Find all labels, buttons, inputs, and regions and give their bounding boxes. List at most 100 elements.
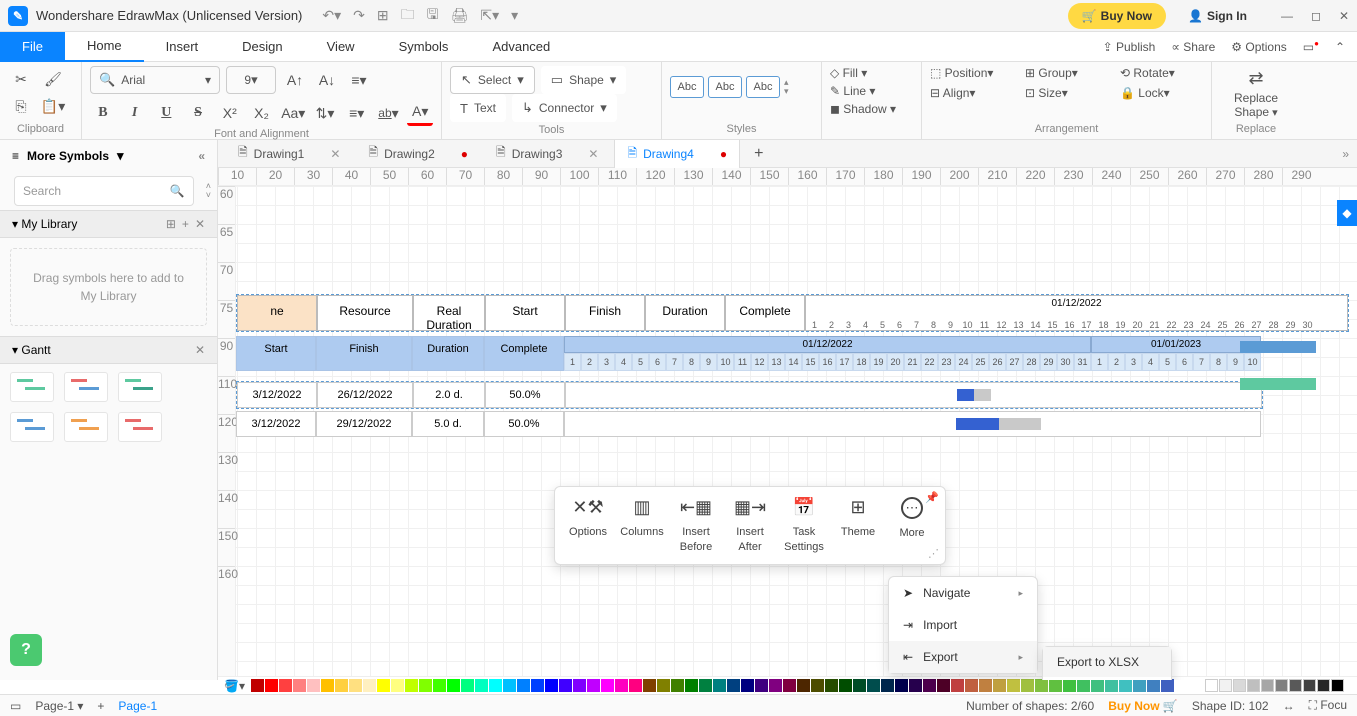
color-swatch[interactable] (923, 679, 936, 692)
color-swatch[interactable] (601, 679, 614, 692)
replace-shape-button[interactable]: Replace Shape ▾ (1220, 91, 1292, 119)
color-swatch[interactable] (951, 679, 964, 692)
gray-swatch[interactable] (1317, 679, 1330, 692)
paste-icon[interactable]: 📋▾ (40, 94, 66, 120)
gray-swatch[interactable] (1205, 679, 1218, 692)
submenu-navigate[interactable]: ➤Navigate▸ (889, 577, 1037, 609)
color-swatch[interactable] (545, 679, 558, 692)
tab-close-icon[interactable]: ✕ (330, 147, 340, 161)
close-icon[interactable]: ✕ (1339, 9, 1349, 23)
line-spacing-icon[interactable]: ⇅▾ (312, 100, 338, 126)
color-swatch[interactable] (1049, 679, 1062, 692)
ctx-more[interactable]: ⋯More (885, 497, 939, 554)
sidebar-title[interactable]: More Symbols (27, 149, 109, 163)
gantt-template[interactable] (10, 412, 54, 442)
minimize-icon[interactable]: ― (1281, 9, 1293, 23)
style-preset-2[interactable]: Abc (708, 76, 742, 98)
gray-swatch[interactable] (1247, 679, 1260, 692)
doc-tab-1[interactable]: 🗎 Drawing1 ✕ (226, 140, 352, 168)
color-swatch[interactable] (503, 679, 516, 692)
color-swatch[interactable] (1063, 679, 1076, 692)
right-panel-toggle[interactable]: ◆ (1337, 200, 1357, 226)
color-swatch[interactable] (825, 679, 838, 692)
color-swatch[interactable] (321, 679, 334, 692)
color-swatch[interactable] (559, 679, 572, 692)
color-swatch[interactable] (643, 679, 656, 692)
color-swatch[interactable] (1091, 679, 1104, 692)
connector-tool[interactable]: ↳ Connector ▾ (512, 94, 617, 122)
color-swatch[interactable] (727, 679, 740, 692)
lock-button[interactable]: 🔒 Lock▾ (1120, 86, 1203, 100)
select-tool[interactable]: ↖ Select ▾ (450, 66, 535, 94)
new-icon[interactable]: ⊞ (377, 7, 389, 24)
color-swatch[interactable] (839, 679, 852, 692)
fill-picker-icon[interactable]: 🪣▾ (224, 679, 245, 693)
tab-symbols[interactable]: Symbols (377, 32, 471, 62)
canvas[interactable]: 6065707590110120130140150160 ne Resource… (218, 186, 1357, 680)
color-swatch[interactable] (1105, 679, 1118, 692)
gray-swatch[interactable] (1219, 679, 1232, 692)
color-swatch[interactable] (1133, 679, 1146, 692)
gantt-section-toggle[interactable]: ▾ Gantt (12, 343, 51, 357)
case-icon[interactable]: Aa▾ (280, 100, 306, 126)
new-tab-button[interactable]: + (744, 141, 773, 167)
color-swatch[interactable] (867, 679, 880, 692)
color-swatch[interactable] (531, 679, 544, 692)
help-button[interactable]: ? (10, 634, 42, 666)
save-icon[interactable]: 🖫 (427, 4, 439, 28)
more-qat-icon[interactable]: ▾ (511, 7, 518, 24)
color-swatch[interactable] (685, 679, 698, 692)
underline-icon[interactable]: U (153, 100, 179, 126)
color-swatch[interactable] (629, 679, 642, 692)
group-button[interactable]: ⊞ Group▾ (1025, 66, 1108, 80)
color-swatch[interactable] (1021, 679, 1034, 692)
superscript-icon[interactable]: X² (217, 100, 243, 126)
color-swatch[interactable] (769, 679, 782, 692)
sign-in-button[interactable]: 👤 Sign In (1174, 3, 1261, 29)
color-swatch[interactable] (909, 679, 922, 692)
color-swatch[interactable] (881, 679, 894, 692)
color-swatch[interactable] (307, 679, 320, 692)
color-swatch[interactable] (1077, 679, 1090, 692)
pages-icon[interactable]: ▭ (10, 699, 21, 713)
replace-shape-icon[interactable]: ⇄ (1220, 68, 1292, 89)
font-family-select[interactable]: 🔍 Arial▾ (90, 66, 220, 94)
zoom-fit-icon[interactable]: ↔ (1283, 699, 1295, 713)
color-swatch[interactable] (965, 679, 978, 692)
strikethrough-icon[interactable]: S (185, 100, 211, 126)
italic-icon[interactable]: I (122, 100, 148, 126)
color-swatch[interactable] (895, 679, 908, 692)
color-swatch[interactable] (489, 679, 502, 692)
color-swatch[interactable] (335, 679, 348, 692)
ctx-columns[interactable]: ▥Columns (615, 497, 669, 554)
export-xlsx[interactable]: Export to XLSX (1043, 647, 1171, 677)
pin-icon[interactable]: 📌 (925, 491, 939, 504)
doc-tab-2[interactable]: 🗎 Drawing2 ● (356, 140, 480, 168)
tab-insert[interactable]: Insert (144, 32, 221, 62)
tab-file[interactable]: File (0, 32, 65, 62)
color-swatch[interactable] (615, 679, 628, 692)
font-color-icon[interactable]: A▾ (407, 100, 433, 126)
gantt-outer-header[interactable]: ne Resource Real Duration Start Finish D… (236, 294, 1349, 332)
shadow-button[interactable]: ◼ Shadow ▾ (830, 102, 913, 116)
color-swatch[interactable] (349, 679, 362, 692)
open-icon[interactable]: 🗀 (401, 4, 415, 28)
cut-icon[interactable]: ✂ (8, 66, 34, 92)
gantt-col-name[interactable]: ne (237, 295, 317, 331)
color-swatch[interactable] (447, 679, 460, 692)
options-button[interactable]: ⚙ Options (1231, 40, 1286, 54)
text-tool[interactable]: T Text (450, 94, 506, 122)
library-drop-zone[interactable]: Drag symbols here to add to My Library (10, 248, 207, 326)
ctx-insert-after[interactable]: ▦⇥Insert After (723, 497, 777, 554)
color-swatch[interactable] (265, 679, 278, 692)
gantt-close-icon[interactable]: ✕ (195, 343, 205, 357)
ctx-options[interactable]: ✕⚒Options (561, 497, 615, 554)
gray-swatch[interactable] (1275, 679, 1288, 692)
color-swatch[interactable] (755, 679, 768, 692)
color-swatch[interactable] (279, 679, 292, 692)
ctx-insert-before[interactable]: ⇤▦Insert Before (669, 497, 723, 554)
buy-now-button[interactable]: 🛒 Buy Now (1068, 3, 1166, 29)
color-swatch[interactable] (419, 679, 432, 692)
tab-advanced[interactable]: Advanced (470, 32, 572, 62)
gray-swatch[interactable] (1261, 679, 1274, 692)
